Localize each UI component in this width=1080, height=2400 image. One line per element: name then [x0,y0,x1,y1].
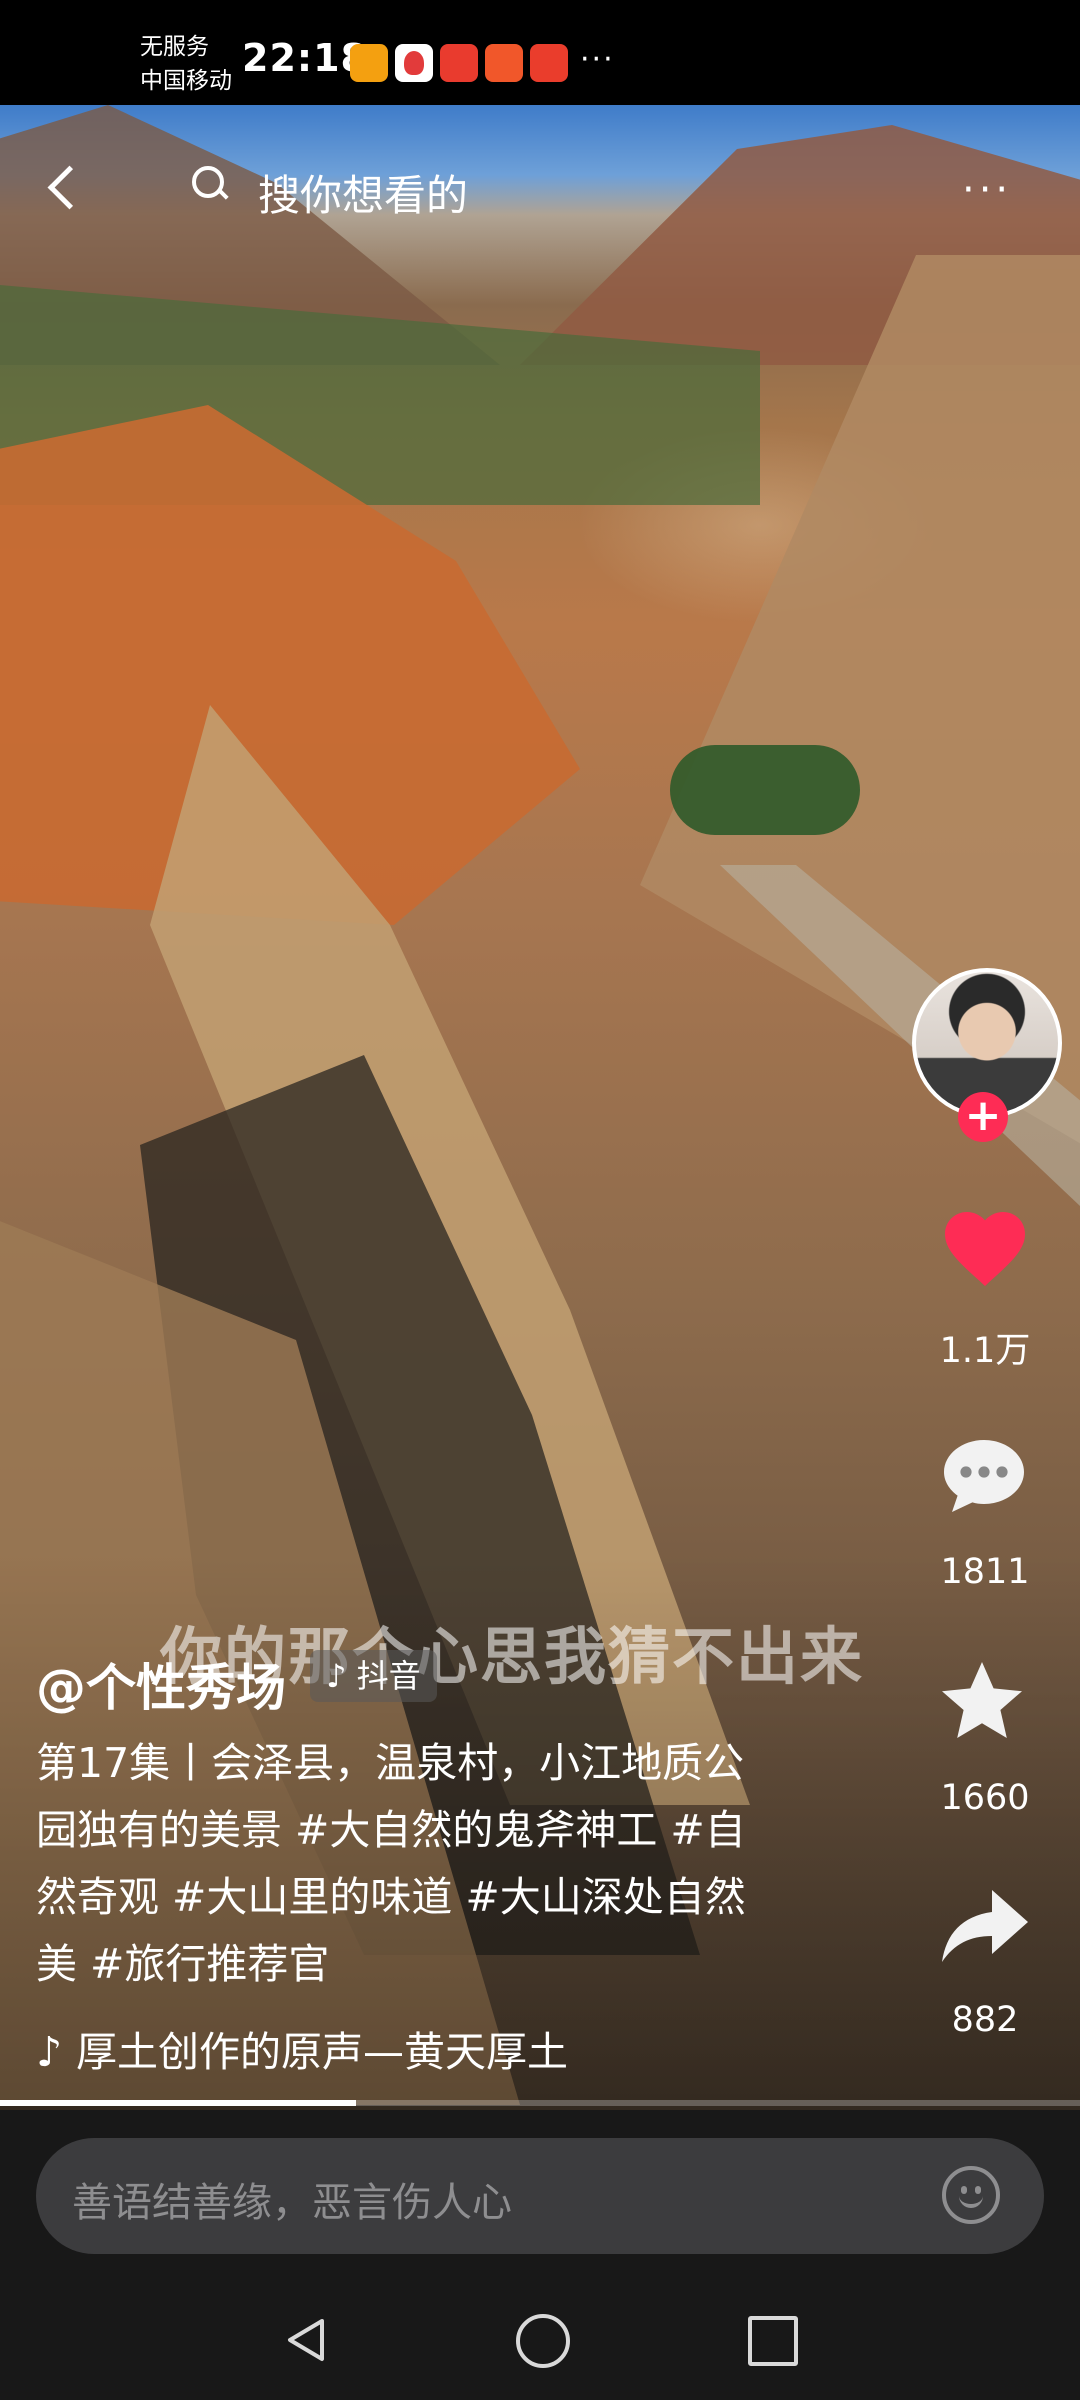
like-count: 1.1万 [939,1331,1031,1371]
nav-home-icon[interactable] [516,2314,570,2368]
music-link[interactable]: ♪ 厚土创作的原声—黄天厚土 [36,2018,568,2078]
author-name[interactable]: @个性秀场 [36,1648,286,1720]
comment-count: 1811 [940,1552,1030,1592]
video-progress-fill [0,2100,357,2106]
comment-placeholder[interactable]: 善语结善缘，恶言伤人心 [72,2170,512,2228]
nav-recent-icon[interactable] [748,2316,798,2366]
scenery-trees [670,745,860,835]
platform-badge: ♪ 抖音 [310,1650,437,1702]
video-progress-bar[interactable] [0,2100,1080,2106]
follow-button[interactable]: + [958,1092,1008,1142]
search-icon[interactable] [192,166,226,200]
app-notification-icon [530,44,568,82]
heart-icon[interactable] [937,1200,1033,1296]
carrier-label: 无服务 中国移动 [140,30,250,98]
music-title: 厚土创作的原声—黄天厚土 [76,2028,568,2076]
app-notification-icon [485,44,523,82]
favorite-count: 1660 [940,1778,1030,1818]
comment-icon[interactable] [936,1428,1032,1524]
status-overflow-icon: ··· [580,42,615,77]
app-notification-icon [395,44,433,82]
huawei-notification-icon [440,44,478,82]
star-icon[interactable] [934,1654,1030,1750]
emoji-icon[interactable] [942,2166,1000,2224]
service-status: 无服务 [140,34,209,60]
carrier-name: 中国移动 [140,68,232,94]
app-notification-icon [350,44,388,82]
music-note-icon: ♪ [36,2028,63,2076]
share-count: 882 [951,2000,1019,2040]
more-options-button[interactable]: ··· [962,170,1042,210]
nav-back-icon[interactable] [282,2315,332,2365]
share-icon[interactable] [936,1886,1032,1966]
back-button[interactable] [40,160,90,220]
emoji-mouth [959,2192,983,2208]
post-description[interactable]: 第17集丨会泽县，温泉村，小江地质公园独有的美景 #大自然的鬼斧神工 #自然奇观… [36,1730,766,1998]
search-input[interactable]: 搜你想看的 [258,162,468,223]
